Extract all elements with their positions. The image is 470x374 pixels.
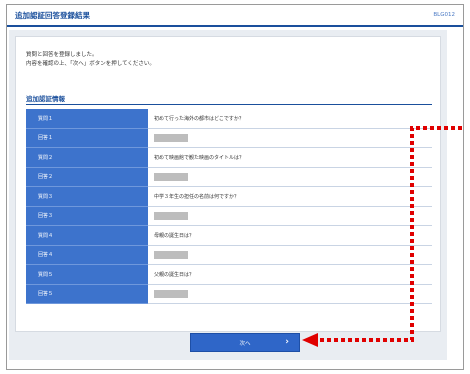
annotation-overlay	[302, 126, 462, 347]
red-dotted-arrow-annotation	[302, 126, 462, 347]
annotation-dotted-line	[318, 126, 462, 342]
annotation-arrowhead-icon	[302, 333, 318, 347]
